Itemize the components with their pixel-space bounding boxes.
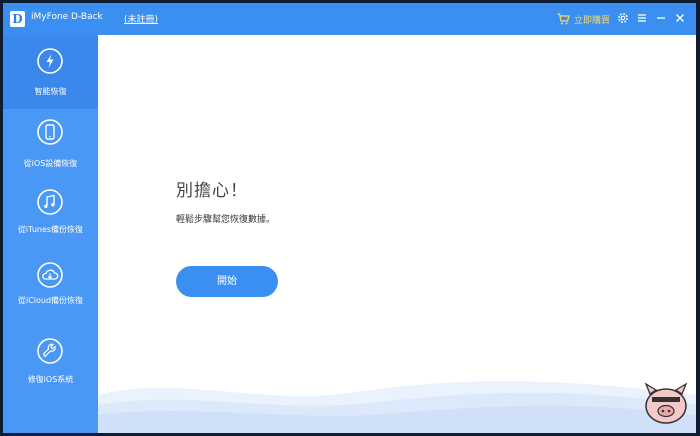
sidebar-item-label: 從iOS設備恢復 [23,159,78,168]
sidebar-item-itunes-backup[interactable]: 從iTunes備份恢復 [3,179,98,251]
pig-mascot-icon [644,382,688,424]
main-panel: 別擔心！ 輕鬆步驟幫您恢復數據。 開始 [98,35,696,433]
lightning-icon [37,48,63,74]
register-link[interactable]: (未註冊) [124,12,158,25]
sidebar: 智能恢復 從iOS設備恢復 從iTunes備份恢復 從iCloud備份恢復 修復… [3,35,98,433]
sidebar-item-label: 修復iOS系統 [27,375,74,384]
phone-icon [37,119,63,145]
wave-decoration [98,381,696,433]
app-logo: D [10,11,25,27]
sidebar-item-label: 智能恢復 [34,87,67,96]
sidebar-item-icloud-backup[interactable]: 從iCloud備份恢復 [3,251,98,329]
start-button[interactable]: 開始 [176,266,278,297]
page-subtitle: 輕鬆步驟幫您恢復數據。 [176,215,276,225]
sidebar-item-smart-recovery[interactable]: 智能恢復 [3,35,98,109]
menu-icon[interactable] [635,11,649,25]
cart-icon [557,13,570,25]
sidebar-item-ios-device[interactable]: 從iOS設備恢復 [3,109,98,179]
page-title: 別擔心！ [176,181,248,201]
sidebar-item-label: 從iTunes備份恢復 [17,225,84,234]
sidebar-item-label: 從iCloud備份恢復 [17,296,84,305]
app-window: D iMyFone D-Back (未註冊) 立即購買 智能恢復 從iOS設備恢… [3,3,696,433]
gear-icon[interactable] [616,11,630,25]
cloud-download-icon [37,262,63,288]
music-note-icon [37,189,63,215]
app-title: iMyFone D-Back [31,12,103,22]
title-bar: D iMyFone D-Back (未註冊) 立即購買 [3,3,696,35]
buy-button[interactable]: 立即購買 [557,11,610,27]
minimize-icon[interactable] [654,11,668,25]
close-icon[interactable] [673,11,687,25]
wrench-icon [37,338,63,364]
buy-label: 立即購買 [574,15,611,26]
sidebar-item-repair-ios[interactable]: 修復iOS系統 [3,329,98,399]
